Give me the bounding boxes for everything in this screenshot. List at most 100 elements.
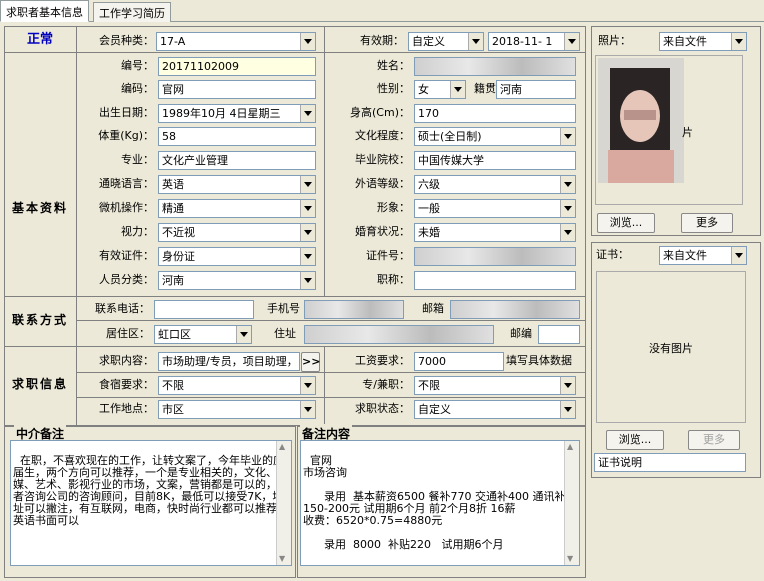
- chevron-down-icon: [300, 200, 315, 217]
- work-location-label: 工作地点：: [99, 402, 154, 415]
- remark-textarea[interactable]: 官网 市场咨询 录用 基本薪资6500 餐补770 交通补400 通讯补150-…: [300, 440, 580, 566]
- title-label: 职称：: [377, 273, 410, 286]
- phone-input[interactable]: [154, 300, 254, 319]
- chevron-down-icon: [560, 377, 575, 394]
- photo-frame: 片: [595, 55, 743, 205]
- job-content-more-button[interactable]: >>: [301, 352, 320, 372]
- id-type-select[interactable]: 身份证: [158, 247, 316, 266]
- validity-date-picker[interactable]: 2018-11- 1: [488, 32, 580, 51]
- number-input[interactable]: 20171102009: [158, 57, 316, 76]
- category-select[interactable]: 河南: [158, 271, 316, 290]
- language-level-select[interactable]: 六级: [414, 175, 576, 194]
- chevron-down-icon: [236, 326, 251, 343]
- school-input[interactable]: 中国传媒大学: [414, 151, 576, 170]
- member-type-select[interactable]: 17-A: [156, 32, 316, 51]
- salary-input[interactable]: 7000: [414, 352, 504, 371]
- cert-label: 证书：: [596, 248, 629, 261]
- computer-select[interactable]: 精通: [158, 199, 316, 218]
- cert-more-button[interactable]: 更多: [688, 430, 740, 450]
- phone-label: 联系电话：: [95, 302, 150, 315]
- chevron-down-icon: [300, 248, 315, 265]
- photo-source-select[interactable]: 来自文件: [659, 32, 747, 51]
- vision-select[interactable]: 不近视: [158, 223, 316, 242]
- chevron-down-icon: [731, 247, 746, 264]
- job-state-select[interactable]: 自定义: [414, 400, 576, 419]
- photo-label: 照片：: [598, 34, 631, 47]
- image-label: 形象：: [377, 201, 410, 214]
- chevron-down-icon: [300, 176, 315, 193]
- validity-mode-select[interactable]: 自定义: [408, 32, 484, 51]
- scrollbar[interactable]: [276, 441, 291, 565]
- tab-resume[interactable]: 工作学习简历: [93, 2, 171, 22]
- height-input[interactable]: 170: [414, 104, 576, 123]
- gender-select[interactable]: 女: [414, 80, 466, 99]
- zip-label: 邮编: [510, 327, 532, 340]
- job-state-label: 求职状态：: [355, 402, 410, 415]
- chevron-down-icon: [560, 200, 575, 217]
- cert-desc-input[interactable]: 证书说明: [594, 453, 746, 472]
- title-input[interactable]: [414, 271, 576, 290]
- email-input[interactable]: [450, 300, 580, 319]
- photo-more-button[interactable]: 更多: [681, 213, 733, 233]
- education-select[interactable]: 硕士(全日制): [414, 127, 576, 146]
- chevron-down-icon: [564, 33, 579, 50]
- major-input[interactable]: 文化产业管理: [158, 151, 316, 170]
- chevron-down-icon: [300, 377, 315, 394]
- weight-label: 体重(Kg)：: [98, 129, 154, 142]
- cert-browse-button[interactable]: 浏览...: [606, 430, 664, 450]
- photo-image: [598, 58, 684, 183]
- major-label: 专业：: [121, 153, 154, 166]
- language-label: 通晓语言：: [99, 177, 154, 190]
- cert-source-select[interactable]: 来自文件: [659, 246, 747, 265]
- chevron-down-icon: [731, 33, 746, 50]
- education-label: 文化程度：: [355, 129, 410, 142]
- language-level-label: 外语等级：: [355, 177, 410, 190]
- section-contact: 联系方式: [11, 313, 68, 327]
- scrollbar[interactable]: [564, 441, 579, 565]
- image-select[interactable]: 一般: [414, 199, 576, 218]
- id-number-input[interactable]: [414, 247, 576, 266]
- job-content-input[interactable]: 市场助理/专员，项目助理，: [158, 352, 300, 371]
- chevron-down-icon: [300, 401, 315, 418]
- marital-label: 婚育状况：: [355, 225, 410, 238]
- category-label: 人员分类：: [99, 273, 154, 286]
- address-input[interactable]: [304, 325, 494, 344]
- lodging-select[interactable]: 不限: [158, 376, 316, 395]
- weight-input[interactable]: 58: [158, 127, 316, 146]
- id-number-label: 证件号：: [366, 249, 410, 262]
- birth-date-picker[interactable]: 1989年10月 4日星期三: [158, 104, 316, 123]
- gender-label: 性别：: [377, 82, 410, 95]
- height-label: 身高(Cm)：: [350, 106, 410, 119]
- tab-basic-info[interactable]: 求职者基本信息: [0, 0, 89, 22]
- agent-note-textarea[interactable]: 在职，不喜欢现在的工作，让转文案了，今年毕业的应届生，两个方向可以推荐，一个是专…: [10, 440, 292, 566]
- district-select[interactable]: 虹口区: [154, 325, 252, 344]
- photo-caption: 片: [682, 126, 693, 139]
- chevron-down-icon: [450, 81, 465, 98]
- tab-bar: 求职者基本信息 工作学习简历: [0, 0, 764, 22]
- fulltime-label: 专/兼职：: [362, 378, 410, 391]
- status-label: 正常: [26, 32, 53, 47]
- chevron-down-icon: [468, 33, 483, 50]
- native-input[interactable]: 河南: [496, 80, 576, 99]
- chevron-down-icon: [300, 224, 315, 241]
- photo-browse-button[interactable]: 浏览...: [597, 213, 655, 233]
- chevron-down-icon: [300, 272, 315, 289]
- mobile-label: 手机号: [267, 302, 300, 315]
- name-input[interactable]: [414, 57, 576, 76]
- name-label: 姓名：: [377, 59, 410, 72]
- chevron-down-icon: [300, 105, 315, 122]
- language-select[interactable]: 英语: [158, 175, 316, 194]
- work-location-select[interactable]: 市区: [158, 400, 316, 419]
- fulltime-select[interactable]: 不限: [414, 376, 576, 395]
- mobile-input[interactable]: [304, 300, 404, 319]
- zip-input[interactable]: [538, 325, 580, 344]
- code-input[interactable]: 官网: [158, 80, 316, 99]
- address-label: 住址: [274, 327, 296, 340]
- member-type-label: 会员种类：: [99, 34, 154, 47]
- marital-select[interactable]: 未婚: [414, 223, 576, 242]
- chevron-down-icon: [560, 401, 575, 418]
- computer-label: 微机操作：: [99, 201, 154, 214]
- chevron-down-icon: [560, 224, 575, 241]
- section-basic-info: 基本资料: [11, 201, 68, 215]
- vision-label: 视力：: [121, 225, 154, 238]
